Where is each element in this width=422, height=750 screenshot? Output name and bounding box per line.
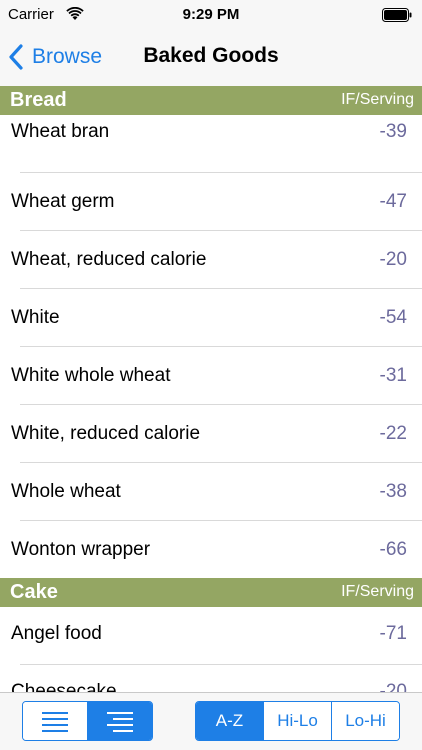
alignment-segmented-control (22, 701, 153, 741)
list-item[interactable]: Whole wheat -38 (0, 463, 422, 521)
bottom-toolbar: A-Z Hi-Lo Lo-Hi (0, 692, 422, 750)
list-item[interactable]: Wheat, reduced calorie -20 (0, 231, 422, 289)
food-list[interactable]: Bread IF/Serving Wheat bran -39 Wheat ge… (0, 86, 422, 692)
section-title: Bread (10, 89, 67, 111)
section-header-cake: Cake IF/Serving (0, 578, 422, 607)
list-item[interactable]: Cheesecake -20 (0, 665, 422, 692)
item-name: Angel food (11, 623, 102, 644)
sort-hilo-button[interactable]: Hi-Lo (263, 702, 331, 740)
item-value: -66 (379, 539, 407, 560)
list-item[interactable]: Wonton wrapper -66 (0, 521, 422, 578)
item-value: -71 (379, 623, 407, 644)
item-name: White whole wheat (11, 365, 171, 386)
item-value: -38 (379, 481, 407, 502)
item-name: Whole wheat (11, 481, 121, 502)
item-name: Wonton wrapper (11, 539, 151, 560)
item-name: White, reduced calorie (11, 423, 201, 444)
item-value: -20 (379, 249, 407, 270)
item-name: Cheesecake (11, 681, 117, 692)
item-value: -22 (379, 423, 407, 444)
sort-lohi-button[interactable]: Lo-Hi (331, 702, 399, 740)
item-value: -54 (379, 307, 407, 328)
list-item[interactable]: White -54 (0, 289, 422, 347)
section-title: Cake (10, 581, 58, 603)
section-column-label: IF/Serving (341, 583, 414, 600)
item-value: -20 (379, 681, 407, 692)
align-right-button[interactable] (87, 702, 152, 740)
item-value: -47 (379, 191, 407, 212)
navigation-bar: Browse Baked Goods (0, 30, 422, 86)
align-right-lines-icon (107, 712, 133, 732)
align-left-lines-icon (42, 712, 68, 732)
item-value: -31 (379, 365, 407, 386)
align-left-button[interactable] (23, 702, 87, 740)
page-title-text: Baked Goods (143, 44, 279, 67)
page-title: Baked Goods (0, 44, 422, 68)
list-item[interactable]: Angel food -71 (0, 607, 422, 665)
sort-segmented-control: A-Z Hi-Lo Lo-Hi (195, 701, 400, 741)
list-item[interactable]: White, reduced calorie -22 (0, 405, 422, 463)
section-header-bread: Bread IF/Serving (0, 86, 422, 115)
item-value: -39 (379, 121, 407, 142)
item-name: Wheat bran (11, 121, 110, 142)
status-time: 9:29 PM (182, 6, 240, 23)
item-name: White (11, 307, 60, 328)
item-name: Wheat, reduced calorie (11, 249, 207, 270)
sort-az-button[interactable]: A-Z (196, 702, 263, 740)
section-column-label: IF/Serving (341, 91, 414, 108)
list-item[interactable]: Wheat bran -39 (0, 115, 422, 173)
list-item[interactable]: White whole wheat -31 (0, 347, 422, 405)
list-item[interactable]: Wheat germ -47 (0, 173, 422, 231)
item-name: Wheat germ (11, 191, 115, 212)
status-bar: Carrier 9:29 PM (0, 0, 422, 30)
battery-icon (382, 8, 412, 22)
